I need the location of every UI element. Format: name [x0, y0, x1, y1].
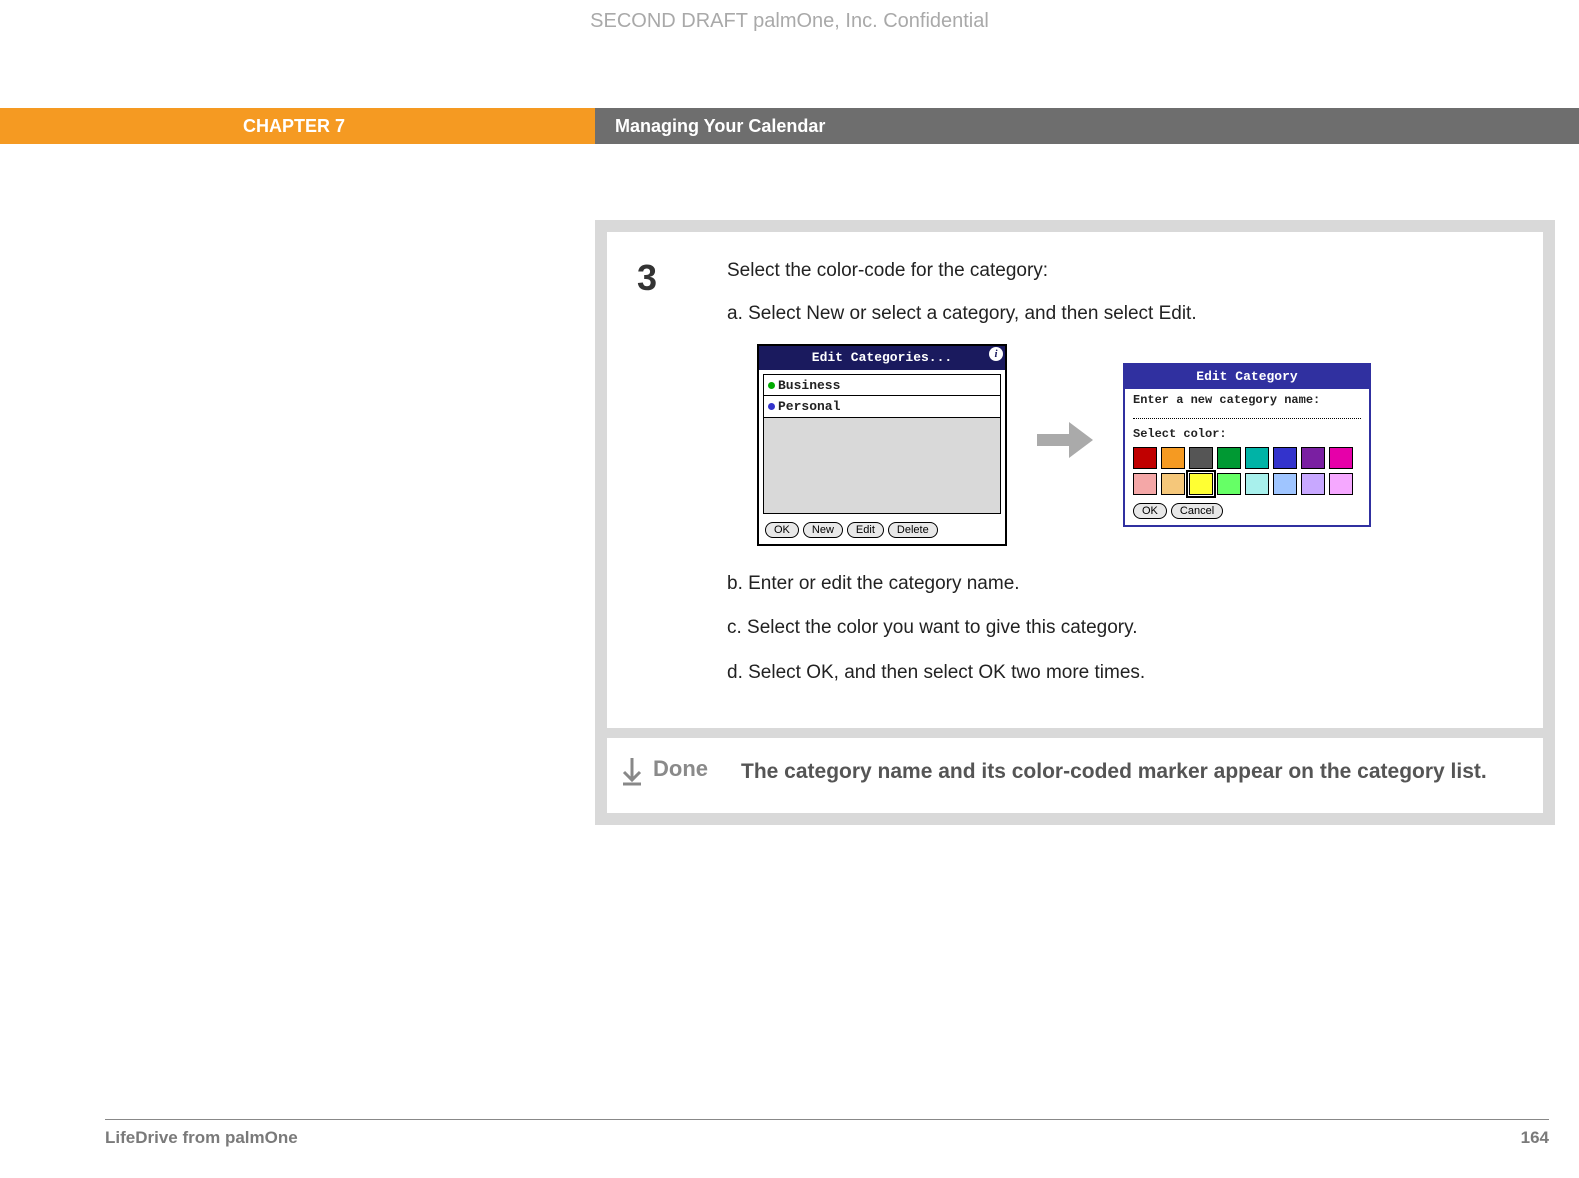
edit-categories-title-text: Edit Categories... — [812, 348, 952, 368]
chapter-number: CHAPTER 7 — [0, 108, 595, 144]
color-swatch[interactable] — [1245, 473, 1269, 495]
category-label: Personal — [778, 397, 840, 417]
color-swatch-selected[interactable] — [1189, 473, 1213, 495]
page-footer: LifeDrive from palmOne 164 — [105, 1128, 1549, 1148]
color-marker-blue-icon — [768, 403, 775, 410]
category-item-business[interactable]: Business — [764, 375, 1000, 397]
step-substep-d: d. Select OK, and then select OK two mor… — [727, 659, 1371, 688]
done-label: Done — [653, 756, 741, 782]
color-swatch[interactable] — [1329, 473, 1353, 495]
edit-category-title: Edit Category — [1125, 365, 1369, 389]
step-substep-a: a. Select New or select a category, and … — [727, 300, 1371, 329]
color-swatch[interactable] — [1217, 473, 1241, 495]
color-swatch[interactable] — [1217, 447, 1241, 469]
color-marker-green-icon — [768, 382, 775, 389]
done-text: The category name and its color-coded ma… — [741, 756, 1487, 788]
color-swatch-grid — [1133, 447, 1361, 495]
cancel-button[interactable]: Cancel — [1171, 503, 1223, 519]
category-label: Business — [778, 376, 840, 396]
chapter-title: Managing Your Calendar — [595, 108, 1579, 144]
color-swatch[interactable] — [1133, 473, 1157, 495]
done-row: Done The category name and its color-cod… — [607, 738, 1543, 813]
select-color-label: Select color: — [1133, 425, 1361, 443]
chapter-bar: CHAPTER 7 Managing Your Calendar — [0, 108, 1579, 144]
delete-button[interactable]: Delete — [888, 522, 938, 538]
step-substep-b: b. Enter or edit the category name. — [727, 570, 1371, 599]
edit-category-dialog: Edit Category Enter a new category name:… — [1123, 363, 1371, 527]
ok-button[interactable]: OK — [1133, 503, 1167, 519]
color-swatch[interactable] — [1189, 447, 1213, 469]
enter-name-label: Enter a new category name: — [1133, 391, 1361, 409]
page-number: 164 — [1521, 1128, 1549, 1148]
ok-button[interactable]: OK — [765, 522, 799, 538]
color-swatch[interactable] — [1161, 447, 1185, 469]
color-swatch[interactable] — [1329, 447, 1353, 469]
step-block: 3 Select the color-code for the category… — [595, 220, 1555, 825]
edit-button[interactable]: Edit — [847, 522, 884, 538]
footer-rule — [105, 1119, 1549, 1120]
category-list[interactable]: Business Personal — [763, 374, 1001, 514]
color-swatch[interactable] — [1301, 447, 1325, 469]
category-name-field[interactable] — [1133, 409, 1361, 419]
color-swatch[interactable] — [1161, 473, 1185, 495]
arrow-right-icon — [1035, 416, 1095, 474]
confidential-watermark: SECOND DRAFT palmOne, Inc. Confidential — [0, 10, 1579, 33]
info-icon[interactable]: i — [989, 347, 1003, 361]
new-button[interactable]: New — [803, 522, 843, 538]
footer-product: LifeDrive from palmOne — [105, 1128, 298, 1148]
color-swatch[interactable] — [1133, 447, 1157, 469]
category-item-personal[interactable]: Personal — [764, 396, 1000, 418]
step-number: 3 — [637, 257, 727, 703]
color-swatch[interactable] — [1301, 473, 1325, 495]
step-intro: Select the color-code for the category: — [727, 257, 1371, 286]
color-swatch[interactable] — [1273, 473, 1297, 495]
dialog-illustration: Edit Categories... i Business Personal — [757, 344, 1371, 546]
color-swatch[interactable] — [1245, 447, 1269, 469]
edit-categories-title: Edit Categories... i — [759, 346, 1005, 370]
color-swatch[interactable] — [1273, 447, 1297, 469]
edit-categories-dialog: Edit Categories... i Business Personal — [757, 344, 1007, 546]
step-substep-c: c. Select the color you want to give thi… — [727, 614, 1371, 643]
done-arrow-down-icon — [621, 758, 649, 791]
